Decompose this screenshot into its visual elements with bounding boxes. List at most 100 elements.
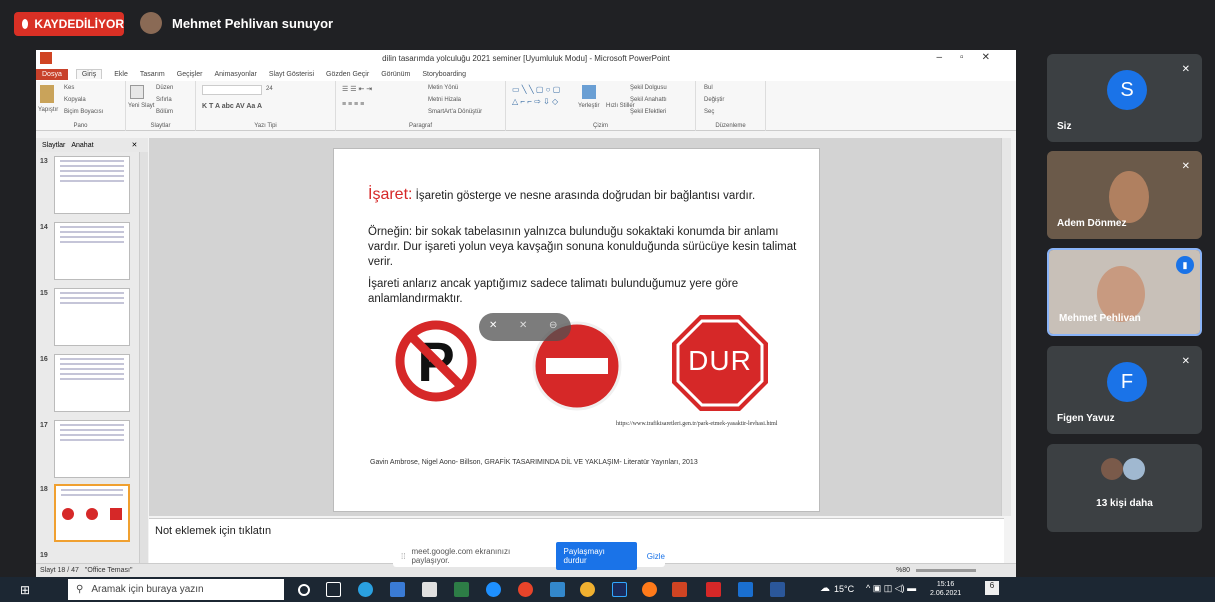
mail-icon[interactable] — [390, 582, 405, 597]
font-size-box[interactable]: 24 — [266, 86, 273, 92]
tab-dosya[interactable]: Dosya — [36, 68, 68, 80]
tab-slaytlar[interactable]: Slaytlar — [42, 142, 65, 149]
volume-off-icon[interactable]: ✕ — [519, 320, 527, 331]
photos-icon[interactable] — [550, 582, 565, 597]
find-button[interactable]: Bul — [704, 85, 713, 91]
opera-icon[interactable] — [518, 582, 533, 597]
font-format-icons[interactable]: K T A abc AV Aa A — [202, 103, 262, 110]
slide-thumbnail-selected[interactable] — [54, 484, 130, 542]
cortana-icon[interactable] — [298, 584, 310, 596]
notifications-icon[interactable]: 6 — [985, 581, 999, 595]
section-button[interactable]: Bölüm — [156, 109, 173, 115]
tab-tasarim[interactable]: Tasarım — [140, 71, 165, 78]
tab-slayt-gosterisi[interactable]: Slayt Gösterisi — [269, 71, 314, 78]
slide-scrollbar[interactable] — [1001, 138, 1011, 516]
slide-paragraph-3: İşareti anlarız ancak yaptığımız sadece … — [368, 278, 739, 305]
tab-gorunum[interactable]: Görünüm — [381, 71, 410, 78]
shapes-gallery-icon[interactable]: ▭ ╲ ╲ ▢ ○ ▢ — [512, 85, 560, 94]
ie-icon[interactable] — [486, 582, 501, 597]
tab-ekle[interactable]: Ekle — [114, 71, 128, 78]
ribbon-tabs: Dosya Giriş Ekle Tasarım Geçişler Animas… — [36, 67, 1016, 81]
font-name-box[interactable] — [202, 85, 262, 95]
participant-face — [1109, 171, 1149, 223]
tab-gecisler[interactable]: Geçişler — [177, 71, 203, 78]
zoom-slider[interactable] — [916, 569, 976, 572]
mic-muted-icon: ✕ — [1181, 161, 1190, 172]
copy-button[interactable]: Kopyala — [64, 97, 86, 103]
shape-effects-button[interactable]: Şekil Efektleri — [630, 109, 666, 115]
zoom-level[interactable]: %80 — [896, 567, 910, 574]
shape-outline-button[interactable]: Şekil Anahattı — [630, 97, 667, 103]
slide-thumbnail[interactable] — [54, 288, 130, 346]
replace-button[interactable]: Değiştir — [704, 97, 724, 103]
slide-line1-text: İşaretin gösterge ve nesne arasında doğr… — [415, 190, 756, 202]
slide-thumbnail[interactable] — [54, 420, 130, 478]
drag-handle-icon[interactable]: ⁞⁞ — [401, 552, 405, 561]
system-tray-icons[interactable]: ^ ▣ ◫ ◁) ▬ — [866, 583, 916, 594]
minus-icon[interactable]: ⊖ — [549, 320, 557, 331]
mic-off-icon[interactable]: ✕ — [489, 320, 497, 331]
file-explorer-icon[interactable] — [454, 582, 469, 597]
slide-thumbnail[interactable] — [54, 354, 130, 412]
edge-icon[interactable] — [358, 582, 373, 597]
slide-thumbnails: 13 14 15 16 17 18 19 — [36, 152, 148, 566]
photoshop-icon[interactable] — [612, 582, 627, 597]
powerpoint-taskbar-icon[interactable] — [672, 582, 687, 597]
cut-button[interactable]: Kes — [64, 85, 74, 91]
slide-thumbnail[interactable] — [54, 156, 130, 214]
task-view-icon[interactable] — [326, 582, 341, 597]
format-painter-button[interactable]: Biçim Boyacısı — [64, 109, 103, 115]
acrobat-icon[interactable] — [706, 582, 721, 597]
ppt-window-title: dilin tasarımda yolculuğu 2021 seminer [… — [382, 54, 670, 63]
current-slide[interactable]: İşaret: İşaretin gösterge ve nesne arası… — [333, 148, 820, 512]
store-icon[interactable] — [422, 582, 437, 597]
taskbar-search[interactable]: ⚲ Aramak için buraya yazın — [68, 579, 284, 600]
close-panel-icon[interactable]: ✕ — [132, 141, 138, 149]
align-text-button[interactable]: Metni Hizala — [428, 97, 461, 103]
tab-storyboarding[interactable]: Storyboarding — [422, 71, 466, 78]
layout-button[interactable]: Düzen — [156, 85, 173, 91]
participant-tile-mehmet[interactable]: ▮ Mehmet Pehlivan — [1047, 248, 1202, 336]
reset-button[interactable]: Sıfırla — [156, 97, 172, 103]
smartart-button[interactable]: SmartArt'a Dönüştür — [428, 109, 482, 115]
paste-icon[interactable] — [40, 85, 54, 103]
weather-cloud-icon[interactable]: ☁ — [820, 583, 830, 594]
text-direction-button[interactable]: Metin Yönü — [428, 85, 458, 91]
tab-animasyonlar[interactable]: Animasyonlar — [214, 71, 256, 78]
tab-gozden-gecir[interactable]: Gözden Geçir — [326, 71, 369, 78]
temperature[interactable]: 15°C — [834, 584, 854, 594]
arrange-icon[interactable] — [582, 85, 596, 99]
new-slide-icon[interactable] — [130, 85, 144, 99]
paint-icon[interactable] — [738, 582, 753, 597]
tab-giris[interactable]: Giriş — [75, 69, 103, 79]
participant-tile-self[interactable]: S ✕ Siz — [1047, 54, 1202, 142]
chrome-icon[interactable] — [580, 582, 595, 597]
stop-sharing-button[interactable]: Paylaşmayı durdur — [555, 542, 637, 570]
source-url: https://www.trafikisaretleri.gen.tr/park… — [616, 421, 778, 427]
taskbar-clock[interactable]: 15:16 2.06.2021 — [930, 580, 961, 598]
participant-name: Mehmet Pehlivan — [1059, 313, 1141, 324]
more-participants-tile[interactable]: 13 kişi daha — [1047, 444, 1202, 532]
select-button[interactable]: Seç — [704, 109, 714, 115]
paste-button[interactable]: Yapıştır — [38, 107, 58, 113]
thumbnail-scrollbar[interactable] — [139, 152, 148, 566]
slide-number: 17 — [40, 422, 48, 429]
participant-tile-adem[interactable]: ✕ Adem Dönmez — [1047, 151, 1202, 239]
list-icons[interactable]: ☰ ☰ ⇤ ⇥ — [342, 85, 372, 93]
word-icon[interactable] — [770, 582, 785, 597]
clock-time: 15:16 — [936, 581, 955, 588]
windows-start-icon[interactable]: ⊞ — [20, 583, 30, 597]
align-icons[interactable]: ≡ ≡ ≡ ≡ — [342, 101, 364, 108]
shapes-gallery-row2-icon[interactable]: △ ⌐ ⌐ ⇨ ⇩ ◇ — [512, 97, 558, 106]
participant-tile-figen[interactable]: F ✕ Figen Yavuz — [1047, 346, 1202, 434]
group-cizim: ▭ ╲ ╲ ▢ ○ ▢ △ ⌐ ⌐ ⇨ ⇩ ◇ Yerleştir Hızlı … — [506, 81, 696, 131]
shape-fill-button[interactable]: Şekil Dolgusu — [630, 85, 667, 91]
slide-heading: İşaret: — [368, 186, 413, 203]
firefox-icon[interactable] — [642, 582, 657, 597]
tab-anahat[interactable]: Anahat — [71, 142, 93, 149]
arrange-button[interactable]: Yerleştir — [578, 103, 599, 109]
window-controls[interactable]: –▫✕ — [937, 52, 1009, 63]
new-slide-button[interactable]: Yeni Slayt — [128, 103, 154, 109]
hide-button[interactable]: Gizle — [647, 552, 665, 561]
slide-thumbnail[interactable] — [54, 222, 130, 280]
